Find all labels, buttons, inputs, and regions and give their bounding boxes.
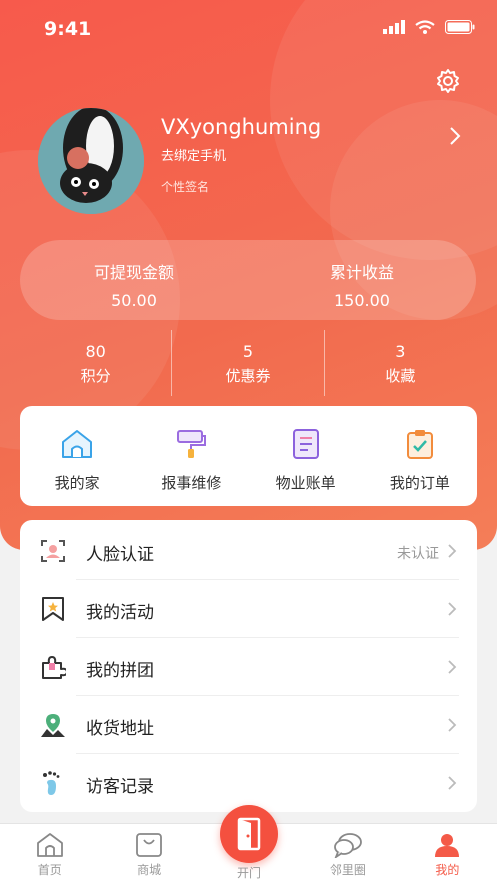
stat-points[interactable]: 80 积分	[20, 330, 171, 396]
balance-card: 可提现金额 50.00 累计收益 150.00	[20, 240, 476, 320]
chevron-right-icon[interactable]	[449, 126, 461, 146]
chevron-right-icon	[448, 660, 457, 674]
menu-item-group-buy[interactable]: 我的拼团	[20, 638, 477, 696]
paint-roller-icon	[177, 430, 207, 458]
menu-item-visitor-records[interactable]: 访客记录	[20, 754, 477, 812]
chevron-right-icon	[448, 602, 457, 616]
settings-menu: 人脸认证 未认证 我的活动 我的拼团 收货地址 访客记录	[20, 520, 477, 812]
bill-icon	[292, 429, 319, 459]
settings-gear-icon[interactable]	[435, 68, 461, 94]
menu-item-label: 人脸认证	[86, 545, 154, 565]
signature[interactable]: 个性签名	[161, 178, 209, 195]
face-auth-status: 未认证	[397, 546, 439, 562]
stat-value: 3	[395, 342, 406, 361]
home-icon	[36, 833, 63, 857]
status-time: 9:41	[44, 18, 92, 40]
stat-value: 5	[242, 342, 254, 361]
footprint-icon	[43, 771, 60, 795]
avatar[interactable]	[38, 108, 144, 214]
open-door-label: 开门	[236, 866, 261, 880]
tab-home[interactable]: 首页	[0, 824, 99, 883]
menu-item-label: 我的拼团	[86, 661, 154, 681]
chevron-right-icon	[448, 544, 457, 558]
menu-item-label: 我的活动	[86, 603, 154, 623]
bind-phone-link[interactable]: 去绑定手机	[161, 145, 226, 164]
withdrawable-balance[interactable]: 可提现金额 50.00	[20, 240, 248, 320]
stat-label: 收藏	[385, 367, 416, 385]
open-door-button[interactable]	[220, 805, 278, 863]
stat-label: 优惠券	[225, 367, 271, 385]
quick-action-my-orders[interactable]: 我的订单	[363, 406, 477, 506]
menu-item-label: 收货地址	[86, 719, 154, 739]
tab-label: 邻里圈	[329, 863, 366, 877]
stat-label: 积分	[80, 367, 111, 385]
quick-action-property-bill[interactable]: 物业账单	[249, 406, 363, 506]
tab-label: 我的	[435, 863, 460, 877]
house-icon	[62, 430, 93, 458]
tab-mine[interactable]: 我的	[398, 824, 497, 883]
person-icon	[435, 834, 460, 857]
quick-action-repair[interactable]: 报事维修	[134, 406, 248, 506]
quick-action-label: 我的订单	[389, 474, 450, 492]
chevron-right-icon	[448, 776, 457, 790]
stat-value: 80	[85, 342, 106, 361]
tab-label: 首页	[37, 863, 62, 877]
shopping-bag-icon	[136, 833, 163, 857]
quick-action-my-home[interactable]: 我的家	[20, 406, 134, 506]
withdrawable-label: 可提现金额	[93, 263, 174, 282]
quick-action-label: 物业账单	[275, 474, 336, 492]
menu-item-face-auth[interactable]: 人脸认证 未认证	[20, 522, 477, 580]
menu-item-my-activities[interactable]: 我的活动	[20, 580, 477, 638]
tab-neighborhood[interactable]: 邻里圈	[298, 824, 397, 883]
tab-mall[interactable]: 商城	[99, 824, 198, 883]
quick-action-label: 报事维修	[161, 474, 222, 492]
username: VXyonghuming	[161, 115, 322, 139]
withdrawable-value: 50.00	[111, 291, 157, 310]
location-pin-icon	[41, 714, 65, 737]
quick-actions-card: 我的家 报事维修 物业账单 我的订单	[20, 406, 477, 506]
stat-coupons[interactable]: 5 优惠券	[171, 330, 323, 396]
earnings-value: 150.00	[334, 291, 390, 310]
stats-row: 80 积分 5 优惠券 3 收藏	[20, 330, 476, 396]
face-scan-icon	[41, 540, 65, 562]
earnings-label: 累计收益	[329, 263, 394, 282]
status-bar: 9:41	[0, 0, 497, 60]
menu-item-shipping-address[interactable]: 收货地址	[20, 696, 477, 754]
chevron-right-icon	[448, 718, 457, 732]
puzzle-icon	[42, 656, 66, 679]
stat-favorites[interactable]: 3 收藏	[323, 330, 476, 396]
bookmark-star-icon	[42, 597, 64, 621]
battery-icon	[445, 20, 475, 34]
total-earnings[interactable]: 累计收益 150.00	[248, 240, 476, 320]
tab-label: 商城	[137, 863, 162, 877]
door-icon	[237, 817, 261, 851]
quick-action-label: 我的家	[54, 474, 100, 492]
avatar-cat-image	[38, 108, 144, 214]
wifi-icon	[415, 20, 435, 34]
menu-item-label: 访客记录	[86, 777, 154, 797]
clipboard-check-icon	[406, 430, 433, 459]
chat-bubbles-icon	[334, 833, 362, 858]
signal-icon	[383, 20, 405, 34]
